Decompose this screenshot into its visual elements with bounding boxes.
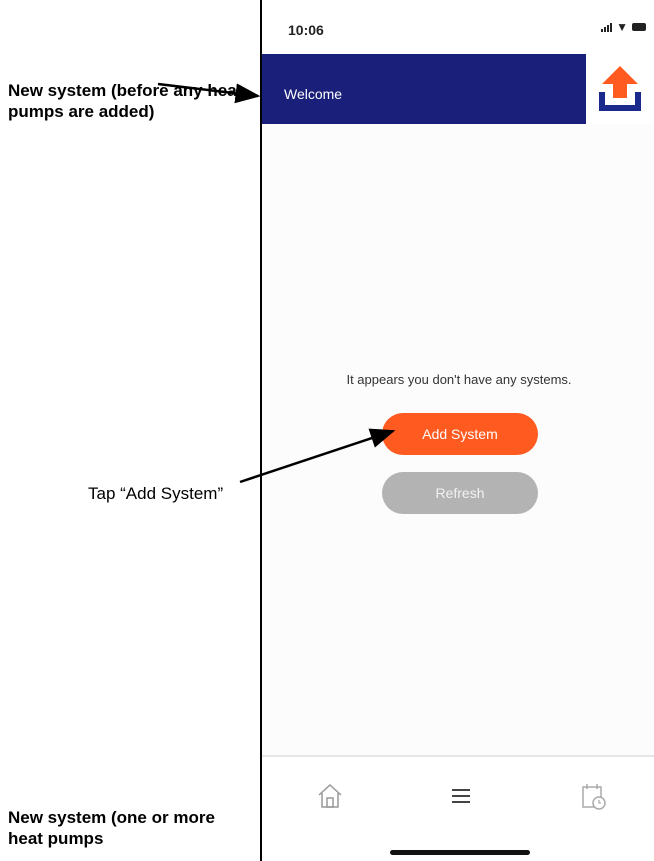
- annotation-arrows: [157, 82, 396, 484]
- arrow-to-header: [157, 82, 261, 104]
- arrow-to-add-button: [239, 428, 396, 484]
